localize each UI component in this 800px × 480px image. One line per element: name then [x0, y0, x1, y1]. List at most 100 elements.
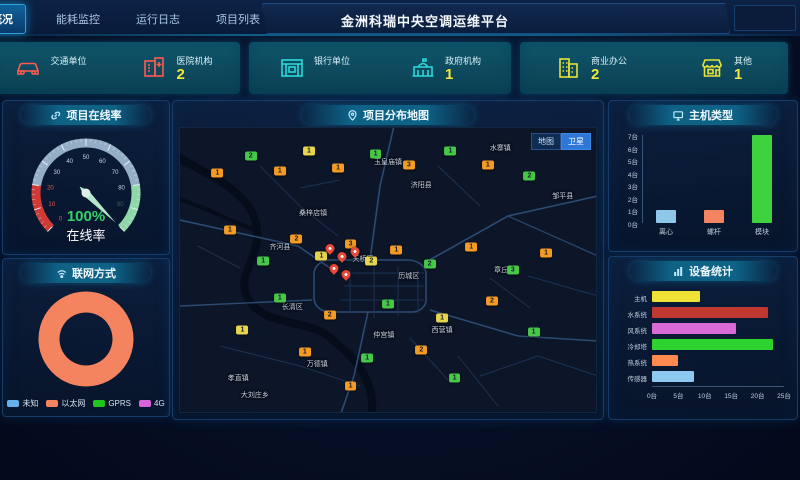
project-count-marker[interactable]: 1 — [236, 325, 248, 334]
project-count-marker[interactable]: 3 — [507, 266, 519, 275]
project-count-marker[interactable]: 1 — [540, 248, 552, 257]
host-type-bar-模块[interactable] — [752, 135, 772, 223]
stat-label: 商业办公 — [591, 54, 627, 67]
project-pin-icon[interactable] — [336, 251, 349, 264]
legend-item-以太网[interactable]: 以太网 — [46, 398, 85, 409]
y-axis-tick: 2台 — [628, 194, 638, 204]
x-axis-tick: 15台 — [721, 390, 741, 400]
project-count-marker[interactable]: 1 — [345, 382, 357, 391]
stat-card-office-other: 商业办公 2 其他 1 — [520, 42, 788, 94]
device-bar-传感器[interactable] — [652, 371, 694, 382]
online-rate-value: 100% — [67, 208, 105, 225]
map-overlay: 水寨镇玉皇庙镇济阳县桑梓店镇邹平县齐河县天桥区历城区章丘市长清区仲宫镇西营镇万德… — [180, 128, 596, 412]
project-count-marker[interactable]: 1 — [274, 166, 286, 175]
map-canvas[interactable]: 地图 卫星 水寨镇玉皇庙镇济阳县桑梓店镇邹平县齐河县天桥区历城区章丘市长清区仲宫… — [179, 127, 597, 413]
y-axis-tick: 0台 — [628, 219, 638, 229]
project-count-marker[interactable]: 2 — [324, 311, 336, 320]
project-count-marker[interactable]: 2 — [245, 152, 257, 161]
project-pin-icon[interactable] — [328, 262, 341, 275]
stat-other: 其他 1 — [699, 54, 752, 83]
tab-energy-monitor[interactable]: 能耗监控 — [50, 4, 106, 34]
stat-label: 医院机构 — [176, 54, 212, 67]
top-nav-bar: 概况 能耗监控 运行日志 项目列表 视频监控 金洲科瑞中央空调运维平台 — [0, 0, 800, 36]
svg-text:30: 30 — [54, 170, 61, 176]
project-count-marker[interactable]: 1 — [390, 246, 402, 255]
map-mode-button[interactable]: 地图 — [531, 133, 561, 150]
project-count-marker[interactable]: 1 — [315, 251, 327, 260]
project-count-marker[interactable]: 1 — [257, 257, 269, 266]
project-count-marker[interactable]: 2 — [291, 234, 303, 243]
host-type-bar-螺杆[interactable] — [704, 210, 724, 223]
legend-item-GPRS[interactable]: GPRS — [93, 399, 131, 408]
wifi-icon — [56, 268, 67, 279]
header-right-panel — [734, 5, 796, 31]
project-count-marker[interactable]: 1 — [332, 163, 344, 172]
project-count-marker[interactable]: 1 — [303, 146, 315, 155]
tab-project-list[interactable]: 项目列表 — [210, 4, 266, 34]
device-stats-panel: 设备统计 主机水系统风系统冷却塔热系统传感器0台5台10台15台20台25台 — [608, 256, 798, 420]
project-count-marker[interactable]: 1 — [449, 373, 461, 382]
legend-item-4G[interactable]: 4G — [139, 399, 165, 408]
bar-chart-icon — [673, 266, 684, 277]
svg-text:0: 0 — [59, 216, 63, 222]
project-count-marker[interactable]: 1 — [211, 169, 223, 178]
host-type-bar-离心[interactable] — [656, 210, 676, 223]
device-category-label: 传感器 — [614, 373, 647, 383]
device-category-label: 水系统 — [614, 309, 647, 319]
project-count-marker[interactable]: 1 — [274, 294, 286, 303]
tab-overview[interactable]: 概况 — [0, 4, 26, 34]
project-count-marker[interactable]: 2 — [486, 297, 498, 306]
network-donut-chart[interactable] — [5, 285, 167, 389]
online-rate-panel: 项目在线率 0102030405060708090100% 在线率 — [2, 100, 170, 255]
legend-item-未知[interactable]: 未知 — [7, 398, 38, 409]
stat-value: 1 — [445, 67, 481, 83]
map-place-label: 西营镇 — [432, 325, 453, 335]
stat-card-transport-hospital: 交通单位 医院机构 2 — [0, 42, 240, 94]
device-bar-热系统[interactable] — [652, 355, 678, 366]
x-axis-category: 离心 — [652, 227, 680, 237]
device-bar-水系统[interactable] — [652, 307, 768, 318]
project-count-marker[interactable]: 1 — [224, 226, 236, 235]
device-category-label: 热系统 — [614, 357, 647, 367]
device-bar-冷却塔[interactable] — [652, 339, 773, 350]
project-count-marker[interactable]: 2 — [415, 345, 427, 354]
project-count-marker[interactable]: 2 — [523, 172, 535, 181]
panel-title: 项目在线率 — [67, 107, 122, 123]
project-count-marker[interactable]: 1 — [465, 243, 477, 252]
project-count-marker[interactable]: 1 — [382, 300, 394, 309]
project-count-marker[interactable]: 1 — [370, 149, 382, 158]
device-stats-bar-chart: 主机水系统风系统冷却塔热系统传感器0台5台10台15台20台25台 — [614, 287, 792, 415]
legend-swatch — [93, 400, 105, 407]
project-pin-icon[interactable] — [340, 268, 353, 281]
satellite-mode-button[interactable]: 卫星 — [561, 133, 591, 150]
online-rate-caption: 在线率 — [3, 225, 169, 244]
tab-run-log[interactable]: 运行日志 — [130, 4, 186, 34]
project-count-marker[interactable]: 3 — [403, 160, 415, 169]
legend-swatch — [139, 400, 151, 407]
svg-text:70: 70 — [112, 170, 119, 176]
device-bar-主机[interactable] — [652, 291, 700, 302]
project-count-marker[interactable]: 1 — [361, 354, 373, 363]
project-count-marker[interactable]: 1 — [528, 328, 540, 337]
device-stats-header: 设备统计 — [630, 261, 777, 281]
project-count-marker[interactable]: 1 — [436, 314, 448, 323]
map-place-label: 大刘庄乡 — [241, 390, 269, 400]
device-category-label: 风系统 — [614, 325, 647, 335]
project-count-marker[interactable]: 1 — [444, 146, 456, 155]
network-legend: 未知以太网 GPRS 4G — [3, 398, 169, 409]
map-type-toggle: 地图 卫星 — [531, 133, 591, 150]
stat-hospital: 医院机构 2 — [141, 54, 212, 83]
x-axis-tick: 5台 — [668, 390, 688, 400]
project-count-marker[interactable]: 2 — [424, 260, 436, 269]
svg-text:20: 20 — [47, 185, 54, 191]
device-bar-风系统[interactable] — [652, 323, 736, 334]
svg-text:50: 50 — [83, 155, 90, 161]
stat-value — [314, 67, 350, 83]
y-axis-tick: 6台 — [628, 144, 638, 154]
stat-card-bank-government: 银行单位 政府机构 1 — [249, 42, 511, 94]
map-place-label: 济阳县 — [411, 180, 432, 190]
x-axis-category: 模块 — [748, 227, 776, 237]
project-count-marker[interactable]: 1 — [299, 348, 311, 357]
project-count-marker[interactable]: 1 — [482, 160, 494, 169]
project-count-marker[interactable]: 2 — [365, 257, 377, 266]
